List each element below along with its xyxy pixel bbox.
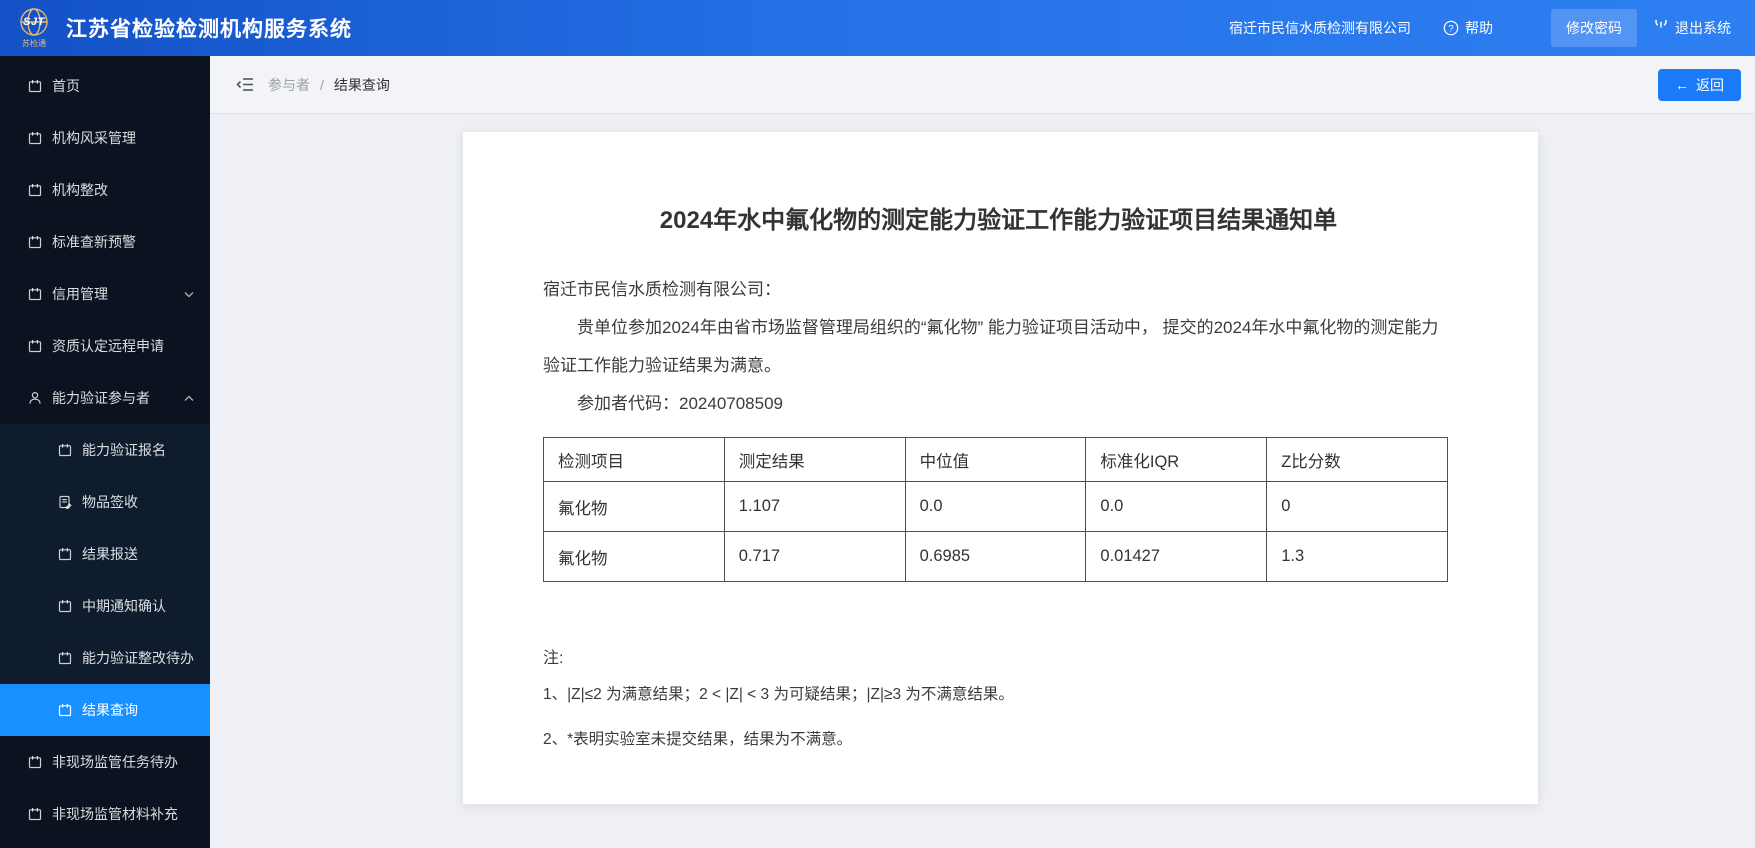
current-company-label: 宿迁市民信水质检测有限公司 (1229, 20, 1411, 36)
calendar-icon (58, 443, 72, 457)
col-header-median: 中位值 (904, 437, 1087, 482)
result-notice-document: 2024年水中氟化物的测定能力验证工作能力验证项目结果通知单 宿迁市民信水质检测… (463, 132, 1538, 804)
sidebar-item-result-query[interactable]: 结果查询 (0, 684, 210, 736)
cell-measured-result: 0.717 (723, 531, 906, 582)
sidebar-item-standard-alert[interactable]: 标准查新预警 (0, 216, 210, 268)
pt-participant-submenu: 能力验证报名 物品签收 结果报送 中期通知确认 能力验证整改待办 结果查询 (0, 424, 210, 736)
cell-median: 0.0 (904, 481, 1087, 532)
document-title: 2024年水中氟化物的测定能力验证工作能力验证项目结果通知单 (659, 207, 1338, 234)
back-arrow-icon: ← (1675, 76, 1689, 93)
calendar-icon (28, 183, 42, 197)
col-header-z-score: Z比分数 (1266, 437, 1448, 482)
brand: SJT 苏检通 江苏省检验检测机构服务系统 (14, 3, 352, 53)
back-button-label: 返回 (1696, 76, 1724, 93)
sidebar-menu: 首页 机构风采管理 机构整改 标准查新预警 信用管理 资质认定远程申请 能力验证… (0, 60, 210, 840)
user-icon (28, 391, 42, 405)
result-table: 检测项目 测定结果 中位值 标准化IQR Z比分数 氟化物 1.107 0.0 … (543, 437, 1448, 582)
calendar-icon (28, 131, 42, 145)
calendar-icon (58, 651, 72, 665)
sidebar-item-credit-mgmt[interactable]: 信用管理 (0, 268, 210, 320)
header-actions: 宿迁市民信水质检测有限公司 ? 帮助 修改密码 退出系统 (1229, 9, 1731, 47)
sidebar-item-pt-participant[interactable]: 能力验证参与者 (0, 372, 210, 424)
app-root: SJT 苏检通 江苏省检验检测机构服务系统 宿迁市民信水质检测有限公司 ? 帮助… (0, 0, 1755, 848)
svg-text:?: ? (1448, 23, 1453, 34)
col-header-normalized-iqr: 标准化IQR (1085, 437, 1268, 482)
participant-code-label: 参加者代码： (577, 394, 679, 413)
cell-test-item: 氟化物 (543, 531, 725, 582)
sidebar-item-midterm-confirm[interactable]: 中期通知确认 (0, 580, 210, 632)
cell-median: 0.6985 (904, 531, 1087, 582)
participant-code-line: 参加者代码：20240708509 (543, 385, 1454, 423)
menu-fold-icon[interactable] (236, 76, 254, 93)
sidebar-item-home[interactable]: 首页 (0, 60, 210, 112)
logout-button[interactable]: 退出系统 (1653, 18, 1731, 38)
calendar-icon (58, 703, 72, 717)
power-icon (1655, 20, 1667, 29)
calendar-icon (28, 235, 42, 249)
cell-normalized-iqr: 0.0 (1085, 481, 1268, 532)
help-label: 帮助 (1465, 20, 1493, 36)
back-button[interactable]: ← 返回 (1658, 68, 1741, 101)
breadcrumb-current: 结果查询 (333, 76, 390, 93)
note-item-2: 2、*表明实验室未提交结果，结果为不满意。 (543, 731, 853, 748)
cell-normalized-iqr: 0.01427 (1085, 531, 1268, 582)
calendar-icon (58, 547, 72, 561)
participant-code-value: 20240708509 (679, 394, 784, 413)
calendar-icon (28, 287, 42, 301)
cell-test-item: 氟化物 (543, 481, 725, 532)
breadcrumb-parent: 参与者 (268, 76, 310, 93)
app-logo: SJT 苏检通 (14, 3, 54, 53)
breadcrumb-separator: / (320, 76, 324, 93)
sidebar-item-org-rectify[interactable]: 机构整改 (0, 164, 210, 216)
col-header-measured-result: 测定结果 (723, 437, 906, 482)
calendar-icon (28, 79, 42, 93)
table-row: 氟化物 0.717 0.6985 0.01427 1.3 (543, 531, 1448, 582)
cell-z-score: 1.3 (1266, 531, 1448, 582)
logo-abbr: SJT (23, 16, 45, 28)
page-body: 2024年水中氟化物的测定能力验证工作能力验证项目结果通知单 宿迁市民信水质检测… (210, 114, 1755, 848)
table-row: 氟化物 1.107 0.0 0.0 0 (543, 481, 1448, 532)
document-paragraph: 贵单位参加2024年由省市场监督管理局组织的“氟化物” 能力验证项目活动中， 提… (543, 318, 1439, 375)
chevron-down-icon (184, 290, 194, 299)
sidebar-item-pt-rectify-todo[interactable]: 能力验证整改待办 (0, 632, 210, 684)
sidebar-item-offsite-task-todo[interactable]: 非现场监管任务待办 (0, 736, 210, 788)
logo-caption: 苏检通 (22, 39, 46, 48)
table-header-row: 检测项目 测定结果 中位值 标准化IQR Z比分数 (543, 437, 1448, 482)
sidebar: 首页 机构风采管理 机构整改 标准查新预警 信用管理 资质认定远程申请 能力验证… (0, 56, 210, 848)
calendar-icon (28, 755, 42, 769)
logout-label: 退出系统 (1675, 20, 1731, 36)
sidebar-item-org-showcase[interactable]: 机构风采管理 (0, 112, 210, 164)
cell-z-score: 0 (1266, 481, 1448, 532)
calendar-icon (28, 807, 42, 821)
calendar-icon (58, 599, 72, 613)
col-header-test-item: 检测项目 (543, 437, 725, 482)
clipboard-icon (58, 495, 72, 509)
sidebar-item-item-receipt[interactable]: 物品签收 (0, 476, 210, 528)
question-circle-icon: ? (1443, 20, 1459, 36)
top-header: SJT 苏检通 江苏省检验检测机构服务系统 宿迁市民信水质检测有限公司 ? 帮助… (0, 0, 1755, 56)
change-password-button[interactable]: 修改密码 (1551, 9, 1637, 47)
sidebar-item-remote-apply[interactable]: 资质认定远程申请 (0, 320, 210, 372)
content-area: 参与者 / 结果查询 ← 返回 2024年水中氟化物的测定能力验证工作能力验证项… (210, 56, 1755, 848)
help-button[interactable]: ? 帮助 (1443, 18, 1493, 38)
sidebar-item-pt-signup[interactable]: 能力验证报名 (0, 424, 210, 476)
app-title: 江苏省检验检测机构服务系统 (66, 18, 352, 41)
breadcrumb: 参与者 / 结果查询 ← 返回 (210, 56, 1755, 114)
note-item-1: 1、|Z|≤2 为满意结果；2 < |Z| < 3 为可疑结果；|Z|≥3 为不… (543, 686, 1014, 703)
sidebar-item-offsite-material[interactable]: 非现场监管材料补充 (0, 788, 210, 840)
sidebar-item-result-submit[interactable]: 结果报送 (0, 528, 210, 580)
globe-icon: SJT (17, 7, 51, 37)
notes-label: 注: (543, 650, 564, 667)
calendar-icon (28, 339, 42, 353)
document-salutation: 宿迁市民信水质检测有限公司： (543, 280, 781, 299)
cell-measured-result: 1.107 (723, 481, 906, 532)
chevron-up-icon (184, 394, 194, 403)
